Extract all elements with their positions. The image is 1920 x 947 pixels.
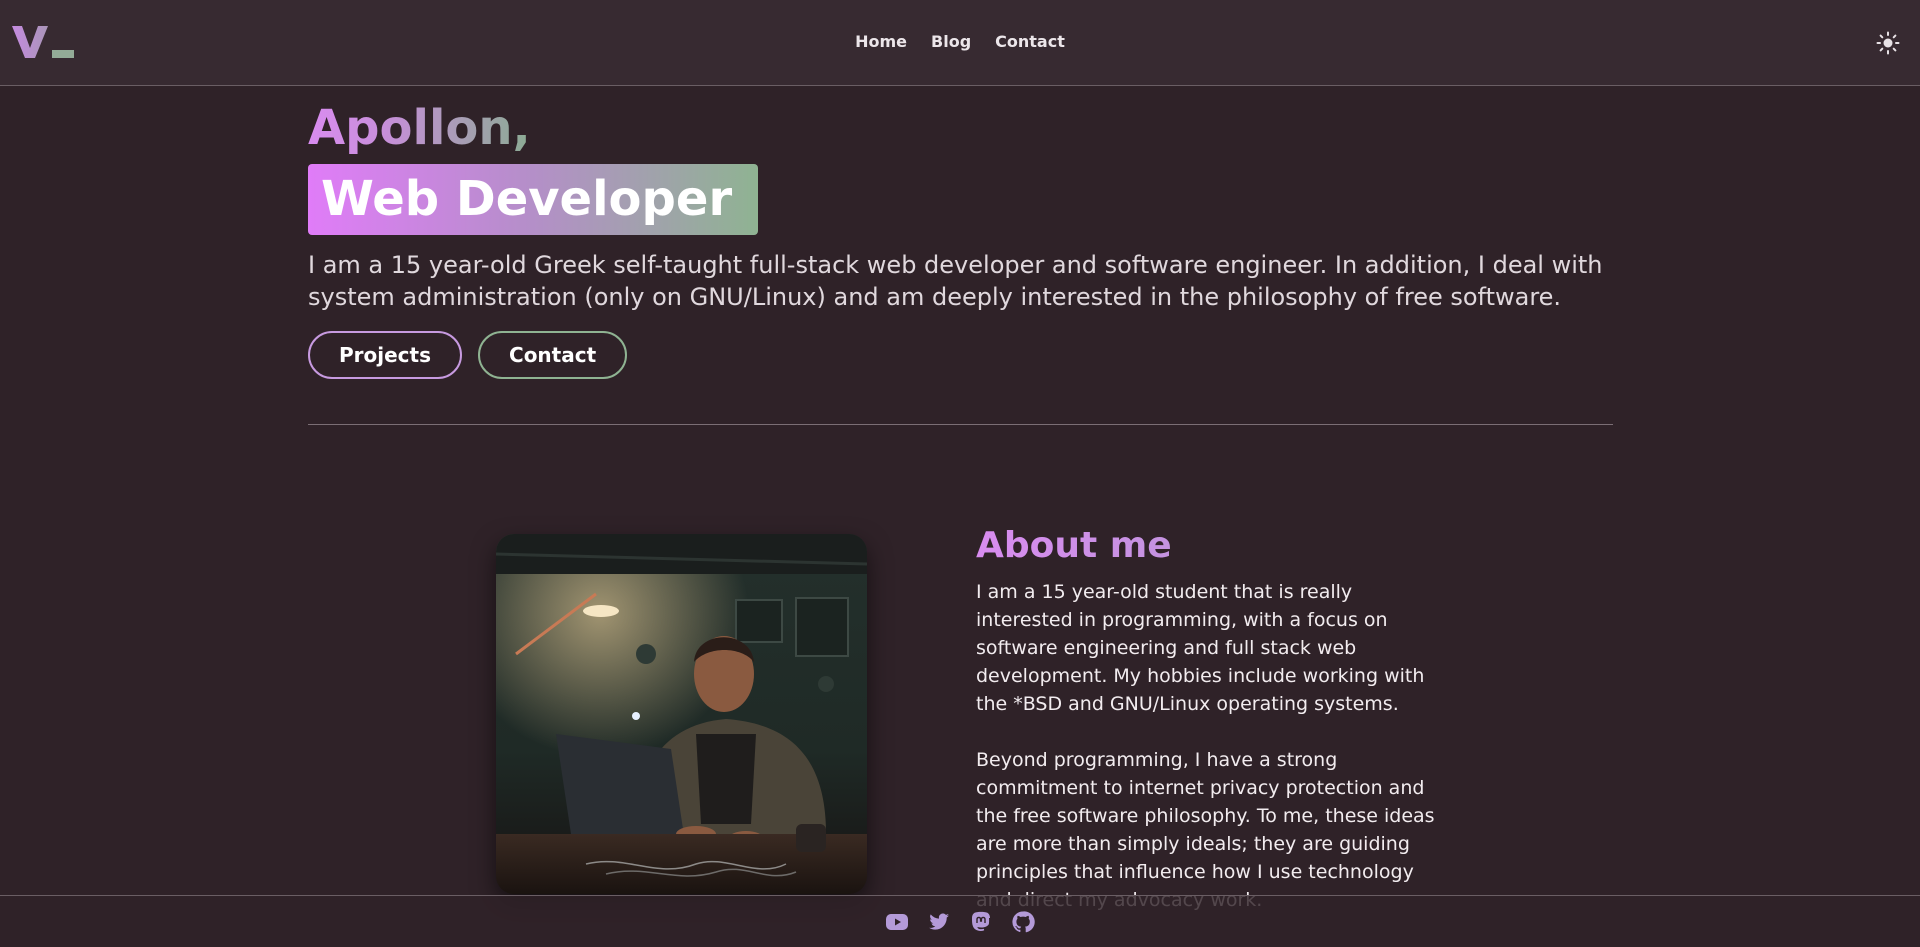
contact-button[interactable]: Contact bbox=[478, 331, 628, 379]
projects-button[interactable]: Projects bbox=[308, 331, 463, 379]
social-links bbox=[0, 910, 1920, 934]
about-title: About me bbox=[976, 525, 1172, 566]
nav-contact-link[interactable]: Contact bbox=[995, 32, 1065, 51]
about-section: About me I am a 15 year-old student that… bbox=[976, 524, 1436, 914]
main-nav: Home Blog Contact bbox=[0, 32, 1920, 51]
about-paragraph: Beyond programming, I have a strong comm… bbox=[976, 749, 1435, 911]
hero-buttons: Projects Contact bbox=[308, 331, 1613, 379]
twitter-icon[interactable] bbox=[927, 910, 951, 934]
about-paragraph: I am a 15 year-old student that is reall… bbox=[976, 581, 1425, 715]
developer-photo bbox=[496, 534, 867, 894]
youtube-icon[interactable] bbox=[885, 910, 909, 934]
hero-role-badge: Web Developer bbox=[308, 164, 759, 235]
mastodon-icon[interactable] bbox=[969, 910, 993, 934]
hero-name: Apollon, bbox=[308, 100, 531, 156]
top-navbar: Home Blog Contact bbox=[0, 0, 1920, 86]
footer-bar bbox=[0, 895, 1920, 947]
hero-intro-text: I am a 15 year-old Greek self-taught ful… bbox=[308, 251, 1603, 311]
github-icon[interactable] bbox=[1011, 910, 1035, 934]
hero-section: Apollon, Web Developer I am a 15 year-ol… bbox=[308, 98, 1613, 379]
sun-icon[interactable] bbox=[1876, 31, 1900, 55]
nav-home-link[interactable]: Home bbox=[855, 32, 907, 51]
section-divider bbox=[308, 424, 1613, 425]
nav-blog-link[interactable]: Blog bbox=[931, 32, 971, 51]
